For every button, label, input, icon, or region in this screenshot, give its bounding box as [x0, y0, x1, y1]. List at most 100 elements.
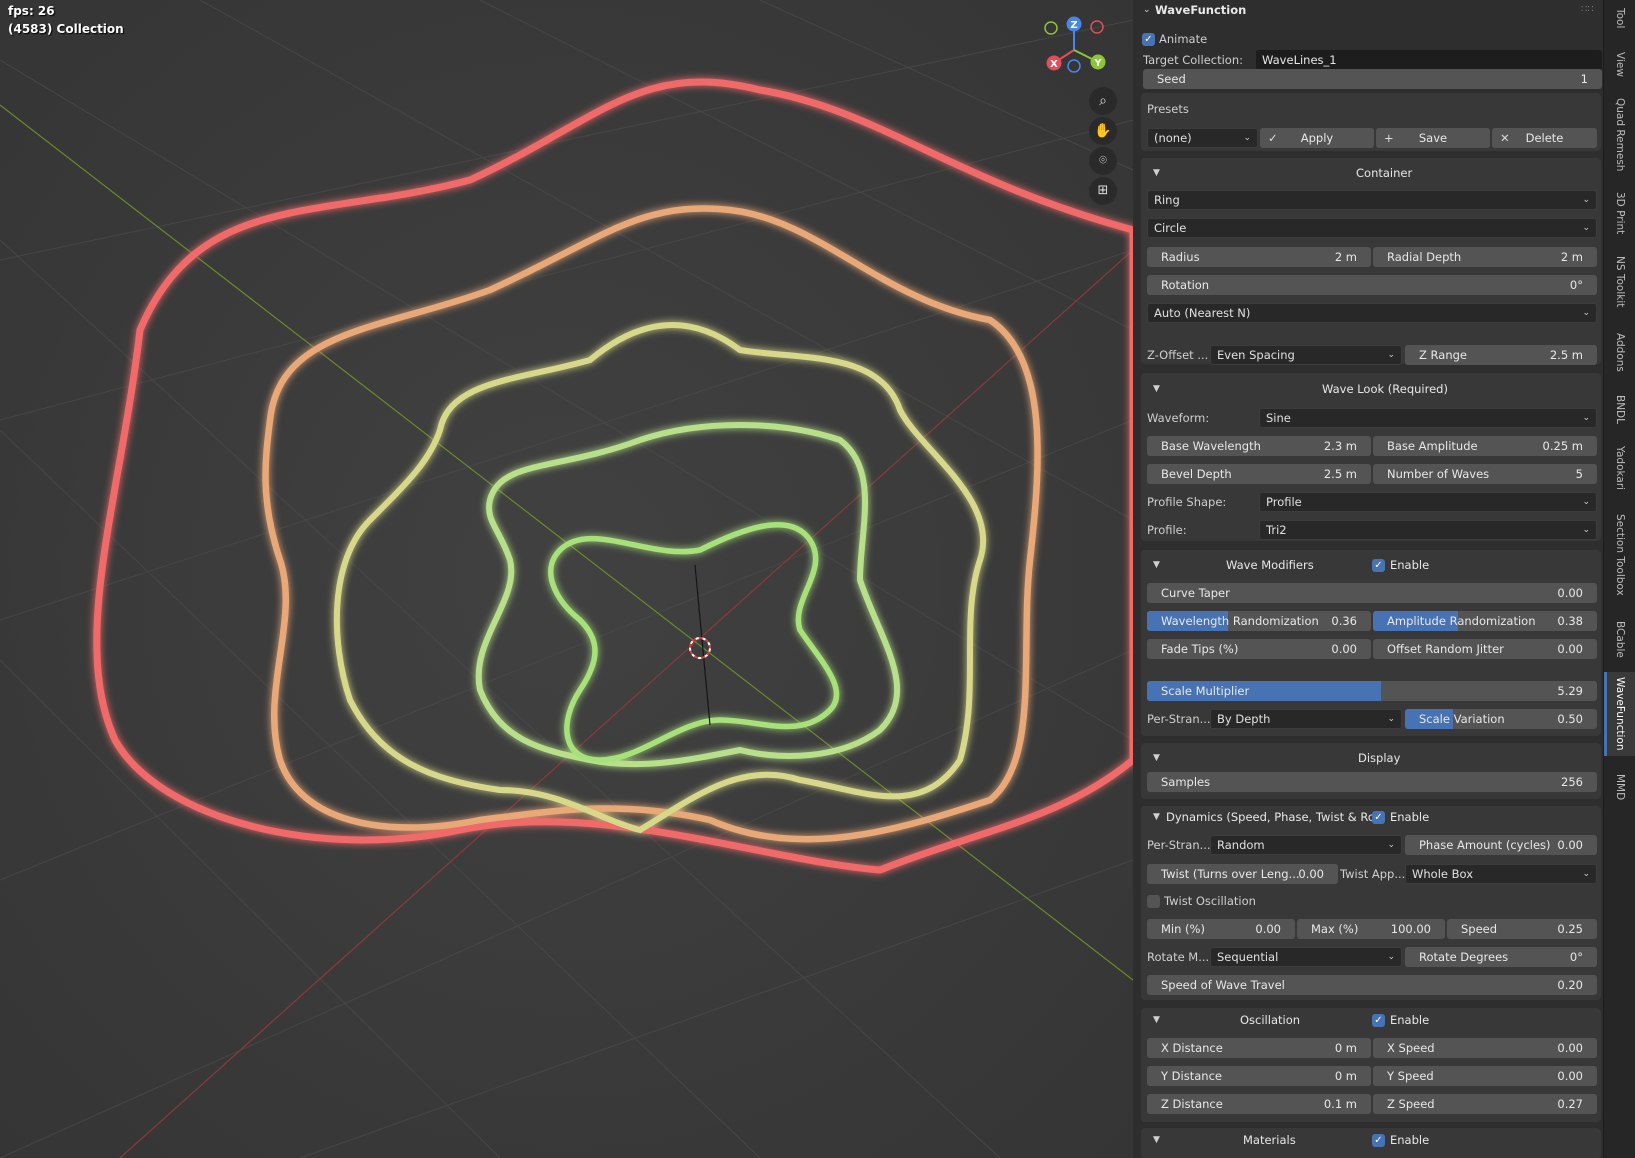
- tab-section-toolbox[interactable]: Section Toolbox: [1604, 506, 1635, 604]
- speed-of-wave-travel-field[interactable]: Speed of Wave Travel 0.20: [1147, 975, 1597, 995]
- base-amplitude-field[interactable]: Base Amplitude 0.25 m: [1373, 436, 1597, 456]
- tab-quad-remesh[interactable]: Quad Remesh: [1604, 92, 1635, 178]
- waveform-label: Waveform:: [1147, 411, 1210, 425]
- dyn-per-strand-label: Per-Stran...: [1147, 838, 1211, 852]
- z-speed-field[interactable]: Z Speed 0.27: [1373, 1094, 1597, 1114]
- per-strand-select[interactable]: By Depth ⌄: [1210, 709, 1402, 729]
- radial-depth-field[interactable]: Radial Depth 2 m: [1373, 247, 1597, 267]
- speed-field[interactable]: Speed 0.25: [1447, 919, 1597, 939]
- materials-enable-checkbox[interactable]: ✓: [1372, 1134, 1385, 1147]
- container-collapse-icon[interactable]: ▼: [1153, 163, 1160, 183]
- display-collapse-icon[interactable]: ▼: [1153, 748, 1160, 768]
- number-of-waves-field[interactable]: Number of Waves 5: [1373, 464, 1597, 484]
- fade-tips-field[interactable]: Fade Tips (%) 0.00: [1147, 639, 1371, 659]
- dynamics-collapse-icon[interactable]: ▼: [1153, 807, 1160, 827]
- profile-select[interactable]: Tri2 ⌄: [1259, 520, 1597, 540]
- wave-modifiers-collapse-icon[interactable]: ▼: [1153, 555, 1160, 575]
- twist-oscillation-checkbox[interactable]: [1147, 895, 1160, 908]
- zoom-icon[interactable]: ⌕: [1089, 87, 1117, 115]
- amplitude-randomization-slider[interactable]: Amplitude Randomization 0.38: [1373, 611, 1597, 631]
- scale-variation-slider[interactable]: Scale Variation 0.50: [1405, 709, 1597, 729]
- scale-multiplier-slider[interactable]: Scale Multiplier 5.29: [1147, 681, 1597, 701]
- delete-button[interactable]: ✕ Delete: [1492, 128, 1597, 148]
- tab-bcable[interactable]: BCable: [1604, 612, 1635, 666]
- zoffset-select[interactable]: Even Spacing ⌄: [1210, 345, 1402, 365]
- samples-field[interactable]: Samples 256: [1147, 772, 1597, 792]
- target-collection-field[interactable]: WaveLines_1: [1256, 50, 1602, 70]
- dynamics-enable-checkbox[interactable]: ✓: [1372, 811, 1385, 824]
- apply-button[interactable]: ✓ Apply: [1260, 128, 1374, 148]
- chevron-down-icon: ⌄: [1582, 497, 1590, 507]
- chevron-down-icon: ⌄: [1582, 413, 1590, 423]
- pan-hand-icon[interactable]: ✋: [1089, 117, 1117, 145]
- phase-amount-field[interactable]: Phase Amount (cycles) 0.00: [1405, 835, 1597, 855]
- seed-label: Seed: [1157, 72, 1186, 86]
- waveform-select[interactable]: Sine ⌄: [1259, 408, 1597, 428]
- chevron-down-icon: ⌄: [1582, 308, 1590, 318]
- zrange-field[interactable]: Z Range 2.5 m: [1405, 345, 1597, 365]
- chevron-down-icon: ⌄: [1243, 133, 1251, 143]
- materials-box: [1141, 1128, 1601, 1158]
- oscillation-enable-checkbox[interactable]: ✓: [1372, 1014, 1385, 1027]
- auto-nearest-select[interactable]: Auto (Nearest N) ⌄: [1147, 303, 1597, 323]
- rotation-field[interactable]: Rotation 0°: [1147, 275, 1597, 295]
- radius-field[interactable]: Radius 2 m: [1147, 247, 1371, 267]
- preset-select[interactable]: (none) ⌄: [1147, 128, 1258, 148]
- profile-label: Profile:: [1147, 523, 1187, 537]
- animate-checkbox[interactable]: ✓: [1142, 33, 1155, 46]
- container-shape-select[interactable]: Ring ⌄: [1147, 190, 1597, 210]
- tab-ns-toolkit[interactable]: NS Toolkit: [1604, 248, 1635, 316]
- profile-shape-select[interactable]: Profile ⌄: [1259, 492, 1597, 512]
- chevron-down-icon: ⌄: [1387, 952, 1395, 962]
- panel-header[interactable]: ⌄ WaveFunction ∷∷: [1141, 0, 1601, 20]
- gizmo-x-label: X: [1050, 59, 1058, 70]
- materials-collapse-icon[interactable]: ▼: [1153, 1130, 1160, 1150]
- tab-tool[interactable]: Tool: [1604, 0, 1635, 36]
- offset-random-jitter-field[interactable]: Offset Random Jitter 0.00: [1373, 639, 1597, 659]
- bevel-depth-field[interactable]: Bevel Depth 2.5 m: [1147, 464, 1371, 484]
- x-speed-field[interactable]: X Speed 0.00: [1373, 1038, 1597, 1058]
- tab-3d-print[interactable]: 3D Print: [1604, 186, 1635, 240]
- tab-mmd[interactable]: MMD: [1604, 764, 1635, 810]
- dyn-per-strand-select[interactable]: Random ⌄: [1210, 835, 1402, 855]
- chevron-down-icon: ⌄: [1582, 869, 1590, 879]
- wave-modifiers-enable-checkbox[interactable]: ✓: [1372, 559, 1385, 572]
- container-base-select[interactable]: Circle ⌄: [1147, 218, 1597, 238]
- animate-label: Animate: [1159, 32, 1208, 46]
- tab-addons[interactable]: Addons: [1604, 324, 1635, 380]
- save-button[interactable]: + Save: [1376, 128, 1490, 148]
- 3d-viewport[interactable]: fps: 26 (4583) Collection Z X Y ⌕ ✋ ⌾ ⊞: [0, 0, 1133, 1158]
- twist-app-select[interactable]: Whole Box ⌄: [1405, 864, 1597, 884]
- base-wavelength-field[interactable]: Base Wavelength 2.3 m: [1147, 436, 1371, 456]
- drag-handle-icon[interactable]: ∷∷: [1581, 0, 1594, 20]
- collapse-chevron-icon[interactable]: ⌄: [1143, 0, 1151, 20]
- z-distance-field[interactable]: Z Distance 0.1 m: [1147, 1094, 1371, 1114]
- twist-app-label: Twist App...: [1340, 867, 1406, 881]
- tab-bndl[interactable]: BNDL: [1604, 388, 1635, 430]
- twist-field[interactable]: Twist (Turns over Leng... 0.00: [1147, 864, 1338, 884]
- wavelength-randomization-slider[interactable]: Wavelength Randomization 0.36: [1147, 611, 1371, 631]
- max-field[interactable]: Max (%) 100.00: [1297, 919, 1445, 939]
- rotate-mode-select[interactable]: Sequential ⌄: [1210, 947, 1402, 967]
- y-speed-field[interactable]: Y Speed 0.00: [1373, 1066, 1597, 1086]
- oscillation-title: Oscillation: [1240, 1013, 1301, 1027]
- tab-view[interactable]: View: [1604, 44, 1635, 84]
- chevron-down-icon: ⌄: [1387, 840, 1395, 850]
- y-distance-field[interactable]: Y Distance 0 m: [1147, 1066, 1371, 1086]
- navigation-gizmo[interactable]: Z X Y: [1040, 10, 1110, 80]
- twist-oscillation-label: Twist Oscillation: [1164, 894, 1256, 908]
- viewport-scene: [0, 0, 1133, 1158]
- min-field[interactable]: Min (%) 0.00: [1147, 919, 1295, 939]
- curve-taper-field[interactable]: Curve Taper 0.00: [1147, 583, 1597, 603]
- wave-look-collapse-icon[interactable]: ▼: [1153, 379, 1160, 399]
- oscillation-collapse-icon[interactable]: ▼: [1153, 1010, 1160, 1030]
- oscillation-enable-label: Enable: [1390, 1013, 1430, 1027]
- camera-icon[interactable]: ⌾: [1089, 147, 1117, 175]
- tab-yadokari[interactable]: Yadokari: [1604, 438, 1635, 498]
- rotate-degrees-field[interactable]: Rotate Degrees 0°: [1405, 947, 1597, 967]
- per-strand-label: Per-Stran...: [1147, 712, 1211, 726]
- x-distance-field[interactable]: X Distance 0 m: [1147, 1038, 1371, 1058]
- seed-field[interactable]: Seed 1: [1143, 69, 1602, 89]
- tab-wavefunction[interactable]: WaveFunction: [1604, 672, 1635, 756]
- grid-perspective-icon[interactable]: ⊞: [1089, 177, 1117, 205]
